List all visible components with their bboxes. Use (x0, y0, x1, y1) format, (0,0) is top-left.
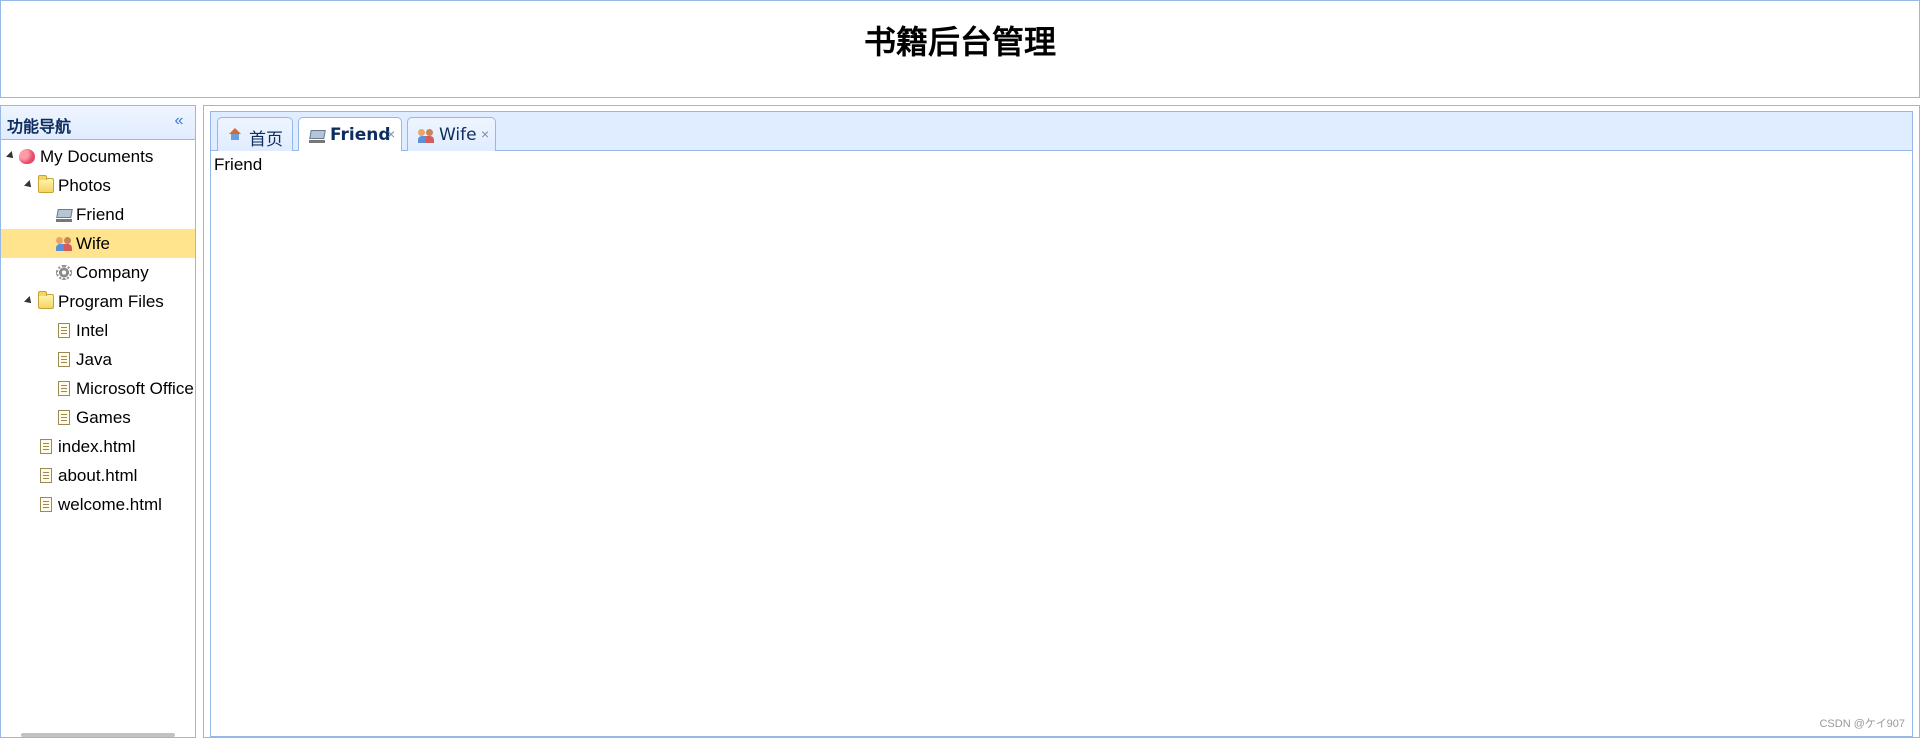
tree-node-label: Friend (76, 205, 125, 224)
tree-node-label: Wife (76, 234, 110, 253)
file-icon (40, 468, 52, 483)
tab-label: Friend (330, 125, 391, 145)
close-icon[interactable]: × (387, 126, 395, 142)
users-icon (56, 236, 72, 251)
north-header: 书籍后台管理 (0, 0, 1920, 98)
file-icon (58, 323, 70, 338)
watermark: CSDN @ケイ907 (1819, 718, 1905, 730)
cart-icon (309, 128, 325, 143)
tab-content: Friend (211, 151, 1912, 736)
home-icon (228, 128, 244, 143)
horizontal-scrollbar[interactable] (21, 733, 175, 737)
tree-node-java[interactable]: Java (1, 345, 195, 374)
tree-node-label: welcome.html (58, 495, 162, 514)
tree-node-label: Program Files (58, 292, 164, 311)
folder-icon (38, 291, 54, 309)
tree-node-about-html[interactable]: about.html (1, 461, 195, 490)
file-icon (40, 497, 52, 512)
tab-wife[interactable]: Wife × (407, 117, 496, 151)
west-panel-header: 功能导航 « (1, 106, 195, 140)
tree-node-label: Games (76, 408, 131, 427)
tree-node-program-files[interactable]: Program Files (1, 287, 195, 316)
expand-toggle-icon[interactable] (24, 180, 34, 190)
tree-node-label: Java (76, 350, 112, 369)
nav-tree: My Documents Photos Friend Wife Company … (1, 140, 195, 519)
tree-node-label: about.html (58, 466, 138, 485)
tree-node-friend[interactable]: Friend (1, 200, 195, 229)
tree-node-label: My Documents (40, 147, 154, 166)
west-panel-title: 功能导航 (7, 117, 72, 136)
tab-friend[interactable]: Friend × (298, 117, 402, 152)
tree-node-photos[interactable]: Photos (1, 171, 195, 200)
tree-node-label: Company (76, 263, 149, 282)
tabs-header: 首页 Friend × Wife × (211, 112, 1912, 152)
expand-toggle-icon[interactable] (6, 151, 16, 161)
tree-node-label: Intel (76, 321, 109, 340)
page-title: 书籍后台管理 (863, 23, 1056, 61)
file-icon (58, 410, 70, 425)
center-panel: 首页 Friend × Wife × Friend CSDN @ケイ907 (203, 105, 1920, 738)
tree-node-label: Microsoft Office (76, 379, 194, 398)
gear-icon (56, 265, 72, 280)
double-chevron-left-icon[interactable]: « (171, 112, 187, 130)
users-icon (418, 128, 434, 143)
heart-icon (19, 149, 35, 164)
tree-node-my-documents[interactable]: My Documents (1, 142, 195, 171)
file-icon (40, 439, 52, 454)
file-icon (58, 381, 70, 396)
tree-node-company[interactable]: Company (1, 258, 195, 287)
cart-icon (56, 207, 72, 222)
tree-node-label: index.html (58, 437, 136, 456)
west-panel: 功能导航 « My Documents Photos Friend Wife C… (0, 105, 196, 738)
tab-home[interactable]: 首页 (217, 117, 293, 151)
tree-node-intel[interactable]: Intel (1, 316, 195, 345)
file-icon (58, 352, 70, 367)
tree-node-label: Photos (58, 176, 111, 195)
folder-icon (38, 175, 54, 193)
tab-label: 首页 (249, 130, 283, 150)
tree-node-welcome-html[interactable]: welcome.html (1, 490, 195, 519)
close-icon[interactable]: × (481, 126, 489, 142)
expand-toggle-icon[interactable] (24, 296, 34, 306)
tree-node-wife[interactable]: Wife (1, 229, 195, 258)
content-text: Friend (214, 155, 263, 174)
tab-label: Wife (439, 125, 477, 145)
tree-node-games[interactable]: Games (1, 403, 195, 432)
tree-node-index-html[interactable]: index.html (1, 432, 195, 461)
tree-node-microsoft-office[interactable]: Microsoft Office (1, 374, 195, 403)
tabs-container: 首页 Friend × Wife × Friend (210, 111, 1913, 737)
